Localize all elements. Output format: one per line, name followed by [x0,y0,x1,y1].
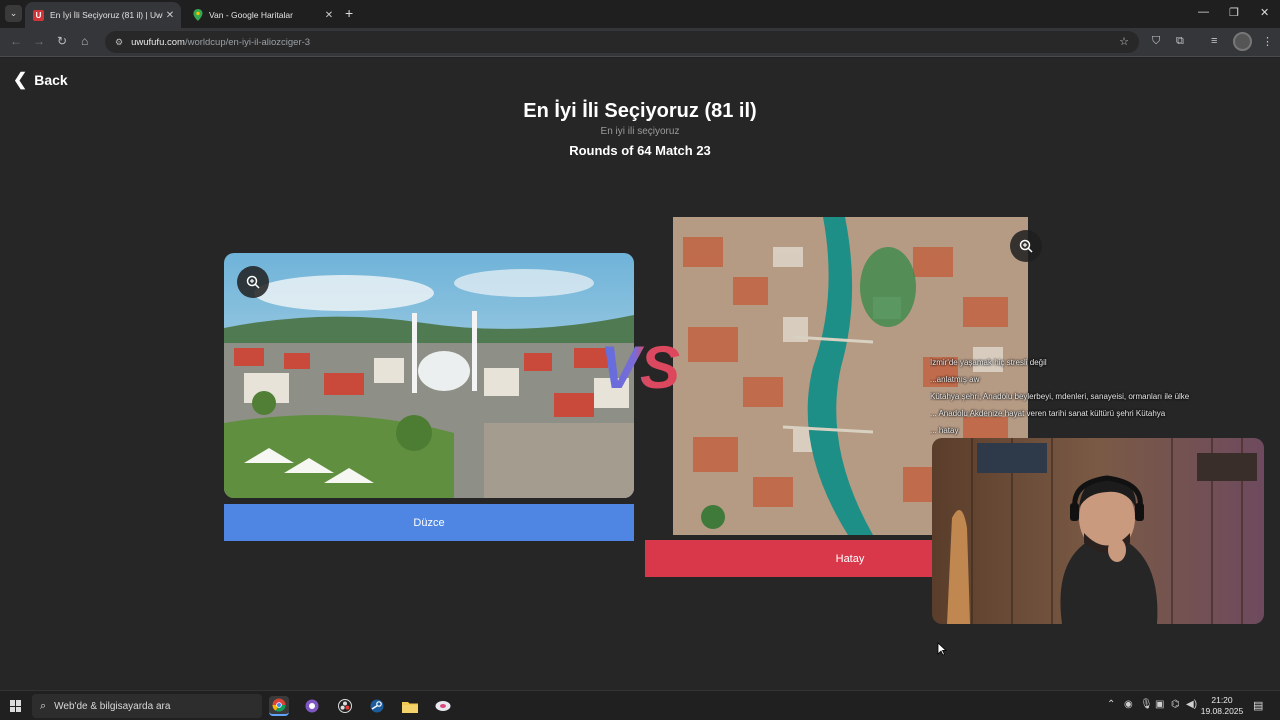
back-arrow-icon[interactable]: ← [10,34,22,48]
close-window-icon[interactable]: ✕ [1260,6,1269,19]
back-button[interactable]: ❮ Back [13,70,68,90]
tab-favicon: U [33,9,44,21]
media-controls-icon[interactable]: ≡ [1211,35,1217,47]
restore-icon[interactable]: ❐ [1229,6,1239,19]
map-pin-icon [192,9,203,21]
stream-chat-overlay: Izmir'de yaşamak hiç stresli değil ...an… [930,354,1280,439]
back-label: Back [34,72,68,88]
vs-label: VS [594,338,686,398]
tab-google-maps[interactable]: Van - Google Haritalar ✕ [184,2,340,28]
left-choice-image[interactable] [224,253,634,498]
browser-toolbar: ← → ↻ ⌂ ⚙ uwufufu.com/worldcup/en-iyi-il… [0,28,1280,57]
menu-kebab-icon[interactable]: ⋮ [1262,35,1273,48]
taskbar-clock[interactable]: 21:20 19.08.2025 [1196,695,1248,717]
screen: ⌄ U En İyi İli Seçiyoruz (81 il) | UwU ✕… [0,0,1280,720]
profile-avatar[interactable] [1233,32,1252,51]
reload-icon[interactable]: ↻ [57,34,67,48]
steam-icon[interactable] [367,696,387,716]
site-info-icon[interactable]: ⚙ [115,37,123,48]
home-icon[interactable]: ⌂ [81,34,88,48]
chevron-up-icon[interactable]: ⌃ [1107,699,1115,710]
obs-icon[interactable] [335,696,355,716]
zoom-in-icon[interactable] [237,266,269,298]
address-bar[interactable]: ⚙ uwufufu.com/worldcup/en-iyi-il-aliozci… [105,31,1139,53]
chat-message: ...anlatmış aw [930,375,980,384]
streaming-app-icon[interactable] [302,696,322,716]
microphone-icon[interactable]: 🎙︎ [1140,699,1153,710]
page-subtitle: En iyi ili seçiyoruz [600,126,680,137]
webcam-overlay [932,438,1264,624]
tab-search-chevron-icon[interactable]: ⌄ [5,5,22,22]
forward-arrow-icon[interactable]: → [33,34,45,48]
tray-app-icon[interactable]: ◉ [1124,699,1133,710]
zoom-in-icon[interactable] [1010,230,1042,262]
tab-close-icon[interactable]: ✕ [322,10,336,21]
tab-title: En İyi İli Seçiyoruz (81 il) | UwU [50,10,163,20]
chrome-icon[interactable] [269,696,289,716]
bookmark-star-icon[interactable]: ☆ [1119,35,1129,48]
windows-start-icon[interactable] [10,700,22,712]
round-info: Rounds of 64 Match 23 [569,143,711,158]
page-content: ❮ Back En İyi İli Seçiyoruz (81 il) En i… [0,58,1280,690]
chat-message: Kütahya şehri, Anadolu beylerbeyi, mdenl… [930,392,1190,401]
app-icon[interactable] [433,696,453,716]
minimize-icon[interactable]: — [1198,6,1209,18]
chat-message: ... hatay [930,426,959,435]
chat-message: Izmir'de yaşamak hiç stresli değil [930,358,1047,367]
browser-tab-strip: ⌄ U En İyi İli Seçiyoruz (81 il) | UwU ✕… [0,0,1280,28]
notification-icon[interactable]: ▤ [1253,699,1263,712]
search-icon: ⌕ [40,699,47,712]
new-tab-button[interactable]: + [345,5,353,21]
network-icon[interactable]: ⌬ [1171,699,1180,710]
clock-time: 21:20 [1211,695,1233,705]
chat-message: ... Anadolu Akdenize hayat veren tarihi … [930,409,1166,418]
mouse-pointer-icon [937,642,948,661]
tab-close-icon[interactable]: ✕ [163,10,177,21]
tray-app-icon[interactable]: ▣ [1155,699,1164,710]
page-title: En İyi İli Seçiyoruz (81 il) [523,100,757,122]
windows-taskbar: ⌕ Web'de & bilgisayarda ara ⌃ ◉ 🎙︎ ▣ ⌬ ◀… [0,690,1280,720]
tab-uwufufu[interactable]: U En İyi İli Seçiyoruz (81 il) | UwU ✕ [25,2,181,28]
taskbar-search[interactable]: ⌕ Web'de & bilgisayarda ara [32,694,262,718]
url-host: uwufufu.com [131,36,185,48]
chevron-left-icon: ❮ [13,70,28,89]
file-explorer-icon[interactable] [400,696,420,716]
taskbar-search-placeholder: Web'de & bilgisayarda ara [54,700,171,712]
left-choice-button[interactable]: Düzce [224,504,634,541]
extensions-puzzle-icon[interactable]: ⧉ [1176,35,1184,48]
url-path: /worldcup/en-iyi-il-aliozciger-3 [184,36,311,48]
tab-title: Van - Google Haritalar [209,10,293,20]
clock-date: 19.08.2025 [1200,706,1244,716]
shield-extension-icon[interactable]: ⛉ [1152,35,1160,48]
